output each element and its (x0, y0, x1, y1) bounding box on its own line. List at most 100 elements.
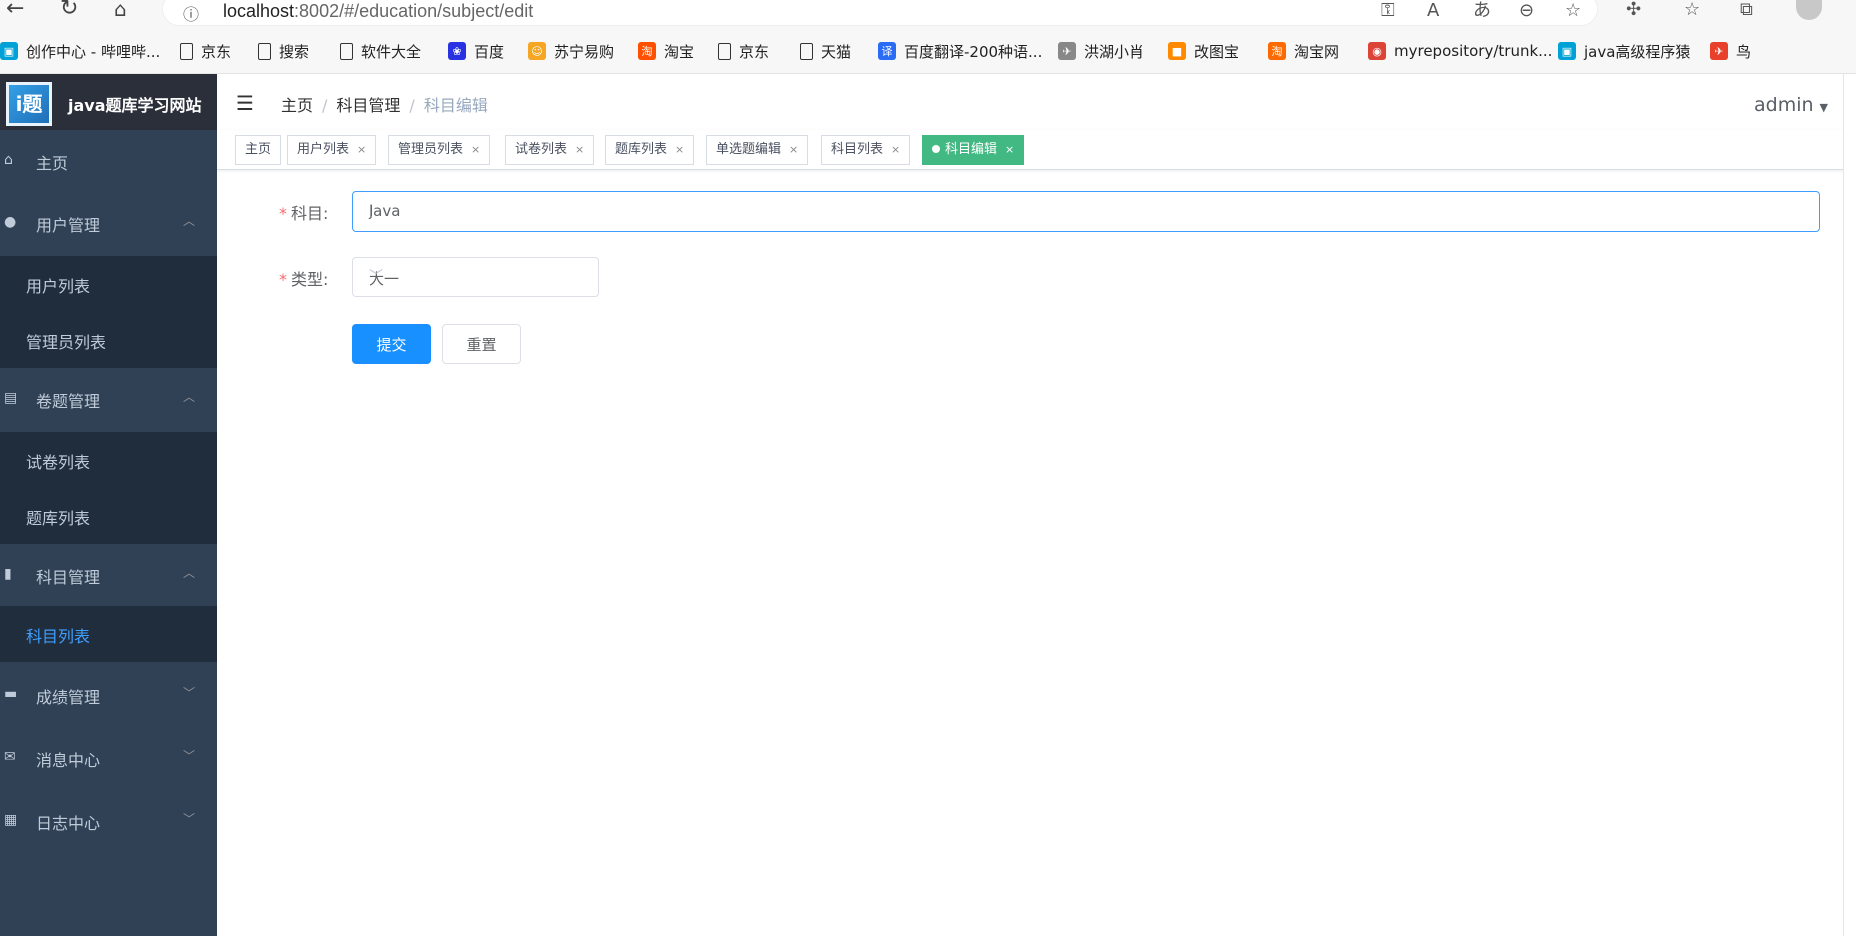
bookmark-label: 百度 (474, 42, 505, 61)
bookmark-label: 洪湖小肖 (1084, 42, 1145, 61)
bookmark-item[interactable]: ◉ myrepository/trunk... (1368, 41, 1552, 61)
tag-label: 管理员列表 (398, 142, 464, 157)
menu-score-management[interactable]: ▬ 成绩管理 ﹀ (0, 664, 217, 726)
tag-subject-edit[interactable]: 科目编辑 × (922, 135, 1025, 165)
hamburger-icon[interactable]: ☰ (236, 91, 254, 115)
favorites-icon[interactable]: ☆ (1684, 0, 1700, 20)
submenu-subject-list[interactable]: 科目列表 (0, 606, 217, 662)
close-icon[interactable]: × (675, 143, 684, 156)
bookmark-item[interactable]: ▣ java高级程序猿 (1558, 41, 1690, 61)
tag-label: 科目编辑 (945, 142, 998, 157)
page-icon (718, 42, 731, 60)
breadcrumb: 主页 / 科目管理 / 科目编辑 (281, 92, 488, 116)
username: admin (1753, 94, 1814, 116)
key-icon[interactable]: ⚿ (1381, 1, 1395, 21)
bookmark-label: 淘宝网 (1294, 42, 1340, 61)
close-icon[interactable]: × (1005, 143, 1014, 156)
menu-log-center[interactable]: ▦ 日志中心 ﹀ (0, 790, 217, 852)
close-icon[interactable]: × (357, 143, 366, 156)
close-icon[interactable]: × (789, 143, 798, 156)
bookmark-item[interactable]: 译百度翻译-200种语... (878, 41, 1042, 61)
close-icon[interactable]: × (471, 143, 480, 156)
taobao-icon: 淘 (638, 42, 656, 60)
tag-user-list[interactable]: 用户列表 × (287, 135, 377, 165)
menu-message-center[interactable]: ✉ 消息中心 ﹀ (0, 727, 217, 789)
close-icon[interactable]: × (575, 143, 584, 156)
zoom-out-icon[interactable]: ⊖ (1519, 1, 1534, 21)
bilibili-icon: ▣ (0, 42, 18, 60)
close-icon[interactable]: × (891, 143, 900, 156)
bookmark-item[interactable]: 天猫 (800, 41, 851, 61)
tag-home[interactable]: 主页 (235, 135, 282, 165)
page-icon (180, 42, 193, 60)
submenu-label: 管理员列表 (26, 333, 107, 352)
tag-single-choice-edit[interactable]: 单选题编辑 × (706, 135, 809, 165)
collections-icon[interactable]: ⧉ (1740, 0, 1753, 20)
bookmark-item[interactable]: 软件大全 (340, 41, 421, 61)
taobao-icon: 淘 (1268, 42, 1286, 60)
bookmark-item[interactable]: 京东 (180, 41, 231, 61)
logo-area[interactable]: i题 java题库学习网站 (0, 74, 217, 130)
bookmark-item[interactable]: 京东 (718, 41, 769, 61)
bookmark-item[interactable]: ■ 改图宝 (1168, 41, 1239, 61)
tag-label: 科目列表 (831, 142, 884, 157)
menu-label: 用户管理 (36, 216, 101, 235)
menu-label: 日志中心 (36, 814, 101, 833)
extensions-icon[interactable]: ✣ (1626, 0, 1641, 20)
bookmark-item[interactable]: ❀ 百度 (448, 41, 504, 61)
required-mark: * (279, 270, 287, 289)
address-bar[interactable]: ⓘ localhost:8002/#/education/subject/edi… (162, 0, 1598, 26)
bookmark-label: 淘宝 (664, 42, 695, 61)
submit-button[interactable]: 提交 (352, 324, 431, 364)
bookmark-item[interactable]: ✈ 洪湖小肖 (1058, 41, 1144, 61)
bookmark-label: 创作中心 - 哔哩哔... (26, 42, 161, 61)
refresh-icon[interactable]: ↻ (60, 0, 78, 20)
submenu-label: 科目列表 (26, 627, 91, 646)
menu-label: 主页 (36, 154, 69, 173)
type-select[interactable]: 大一 ﹀ (352, 257, 599, 297)
submenu-question-bank[interactable]: 题库列表 (0, 488, 217, 544)
tag-question-bank[interactable]: 题库列表 × (605, 135, 695, 165)
breadcrumb-home[interactable]: 主页 (281, 96, 313, 115)
info-icon[interactable]: ⓘ (183, 1, 199, 25)
reset-button[interactable]: 重置 (442, 324, 521, 364)
tag-admin-list[interactable]: 管理员列表 × (388, 135, 491, 165)
tag-label: 用户列表 (297, 142, 350, 157)
bookmark-item[interactable]: ✈ 鸟 (1710, 41, 1751, 61)
scrollbar[interactable] (1843, 74, 1856, 936)
read-aloud-icon[interactable]: A (1427, 1, 1439, 21)
user-dropdown[interactable]: admin ▼ (1754, 94, 1828, 116)
tag-subject-list[interactable]: 科目列表 × (821, 135, 911, 165)
bookmark-item[interactable]: ☺ 苏宁易购 (528, 41, 614, 61)
menu-subject-management[interactable]: ▮ 科目管理 ︿ (0, 544, 217, 606)
submenu-exam-list[interactable]: 试卷列表 (0, 432, 217, 488)
submenu-label: 用户列表 (26, 277, 91, 296)
menu-exam-management[interactable]: ▤ 卷题管理 ︿ (0, 368, 217, 430)
submenu-label: 题库列表 (26, 509, 91, 528)
tag-exam-list[interactable]: 试卷列表 × (505, 135, 595, 165)
profile-avatar[interactable] (1796, 0, 1822, 20)
bird-icon: ✈ (1710, 42, 1728, 60)
menu-home[interactable]: ⌂ 主页 (0, 130, 217, 192)
translate-icon[interactable]: あ (1473, 1, 1491, 21)
url-path: :8002/#/education/subject/edit (294, 1, 534, 21)
page-icon (800, 42, 813, 60)
bookmark-item[interactable]: 搜索 (258, 41, 309, 61)
bookmark-item[interactable]: ▣ 创作中心 - 哔哩哔... (0, 41, 160, 61)
home-icon[interactable]: ⌂ (114, 0, 127, 20)
tag-label: 主页 (245, 142, 272, 157)
back-icon[interactable]: ← (6, 0, 24, 20)
breadcrumb-subject-management[interactable]: 科目管理 (336, 96, 400, 115)
bookmark-label: 软件大全 (361, 42, 422, 61)
submenu-user-list[interactable]: 用户列表 (0, 256, 217, 312)
submenu-admin-list[interactable]: 管理员列表 (0, 312, 217, 368)
chat-icon: ▬ (4, 686, 18, 702)
subject-input[interactable]: java I (352, 191, 1820, 232)
favorite-add-icon[interactable]: ☆ (1565, 1, 1581, 21)
page-icon (340, 42, 353, 60)
bookmark-item[interactable]: 淘淘宝网 (1268, 41, 1339, 61)
bird-icon: ✈ (1058, 42, 1076, 60)
bookmark-item[interactable]: 淘淘宝 (638, 41, 694, 61)
menu-user-management[interactable]: ● 用户管理 ︿ (0, 192, 217, 254)
tags-view: 主页 用户列表 × 管理员列表 × 试卷列表 × 题库列表 × 单选题编辑 × 科目列表 ×… (217, 130, 1856, 170)
